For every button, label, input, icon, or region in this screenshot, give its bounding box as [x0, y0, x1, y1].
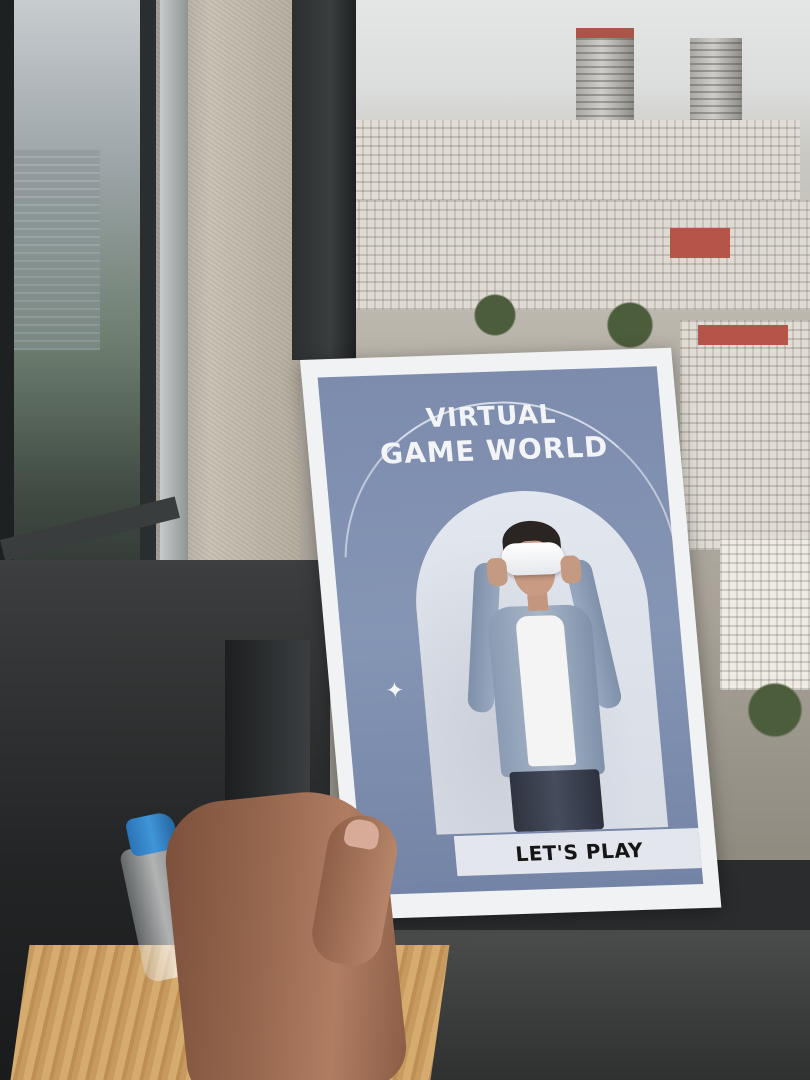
woman-with-vr-headset: [459, 519, 627, 833]
tree: [600, 300, 660, 350]
vr-headset-icon: [500, 541, 566, 576]
tree: [740, 680, 810, 740]
hand: [559, 555, 583, 584]
building-block: [680, 410, 810, 550]
lets-play-banner: LET'S PLAY: [453, 827, 704, 877]
building-block: [330, 120, 800, 210]
tree: [470, 290, 520, 340]
building-block: [720, 540, 810, 690]
sparkle-icon: ✦: [384, 678, 406, 704]
window-frame: [140, 0, 156, 640]
jeans: [509, 769, 605, 833]
red-roof: [670, 228, 730, 258]
photo-scene: VIRTUAL GAME WORLD ✦ ✦ LET'S PLAY: [0, 0, 810, 1080]
poster-panel: VIRTUAL GAME WORLD ✦ ✦ LET'S PLAY: [317, 366, 704, 896]
red-roof: [698, 325, 788, 345]
photo-arch-frame: [406, 487, 669, 835]
window-frame: [292, 0, 356, 360]
building-block: [350, 200, 810, 310]
hand: [485, 557, 509, 587]
